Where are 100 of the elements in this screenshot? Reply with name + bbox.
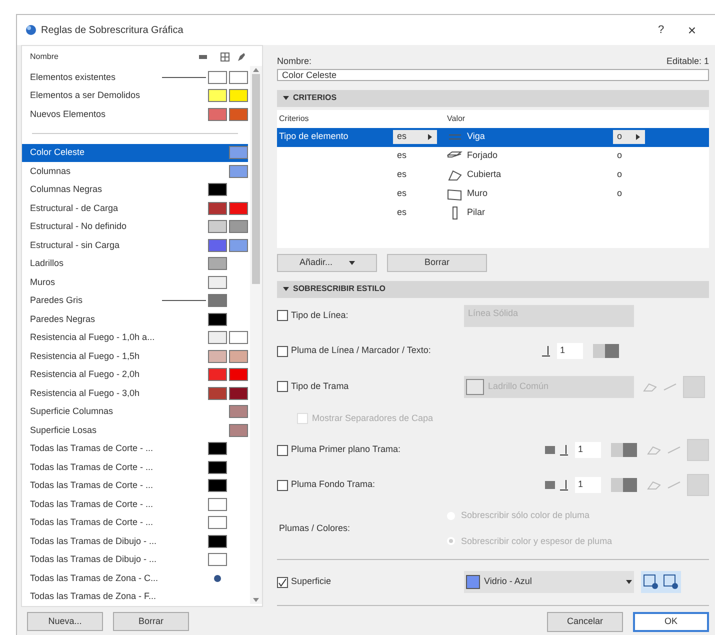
scroll-up-icon[interactable] xyxy=(253,68,259,72)
scroll-thumb[interactable] xyxy=(252,74,260,284)
item-name[interactable]: Elementos a ser Demolidos xyxy=(30,89,206,102)
list-item[interactable]: Resistencia al Fuego - 3,0h xyxy=(22,384,248,402)
list-item[interactable]: Estructural - sin Carga xyxy=(22,236,248,254)
table-row[interactable]: es Cubierta o xyxy=(277,166,709,184)
button[interactable]: OK xyxy=(633,612,709,632)
list-item[interactable]: Ladrillos xyxy=(22,254,248,273)
item-name: Todas las Tramas de Corte - ... xyxy=(30,442,154,455)
fill-direction-icon[interactable] xyxy=(643,382,657,392)
list-item[interactable]: Paredes Gris xyxy=(22,292,248,310)
option-label: Plumas / Colores: xyxy=(278,522,352,535)
checkbox[interactable] xyxy=(277,381,288,392)
button[interactable]: Añadir... xyxy=(277,254,377,272)
list-item[interactable]: Columnas xyxy=(22,162,248,180)
fill-direction-icon[interactable] xyxy=(647,480,661,490)
list-item[interactable]: Todas las Tramas de Corte - ... xyxy=(22,476,248,495)
list-item[interactable]: Todas las Tramas de Zona - F... xyxy=(22,588,248,606)
table-row[interactable]: es Muro o xyxy=(277,184,709,204)
pattern-button[interactable] xyxy=(683,376,705,398)
list-item[interactable]: Paredes Negras xyxy=(22,310,248,328)
list-item[interactable]: Todas las Tramas de Dibujo - ... xyxy=(22,532,248,550)
item-name: Paredes Gris xyxy=(30,294,84,307)
slant-icon[interactable] xyxy=(667,480,681,490)
item-name: Columnas Negras xyxy=(30,183,104,196)
checkbox[interactable] xyxy=(277,576,288,588)
fill-direction-icon[interactable] xyxy=(647,445,661,455)
list-item[interactable]: Todas las Tramas de Corte - ... xyxy=(22,495,248,514)
list-item[interactable]: Resistencia al Fuego - 1,0h a... xyxy=(22,328,248,347)
value-cell-text: Viga xyxy=(467,130,486,144)
option-label: Pluma Primer plano Trama: xyxy=(291,443,401,456)
fill-icon xyxy=(220,52,230,62)
button[interactable]: Borrar xyxy=(113,612,189,631)
button[interactable]: Borrar xyxy=(387,254,487,272)
list-item[interactable]: Resistencia al Fuego - 1,5h xyxy=(22,347,248,366)
section-title: SOBRESCRIBIR ESTILO xyxy=(293,283,386,295)
item-name: Todas las Tramas de Corte - ... xyxy=(30,460,154,474)
pen-number-field[interactable]: 1 xyxy=(575,442,601,458)
column-header: Nombre xyxy=(30,51,60,63)
pen-color-swatch[interactable] xyxy=(593,344,619,358)
checkbox[interactable] xyxy=(277,444,288,456)
pen-number-field[interactable]: 1 xyxy=(575,477,601,493)
item-name: Muros xyxy=(30,276,56,288)
joiner-dropdown[interactable]: o xyxy=(613,130,645,144)
item-name: Paredes Negras xyxy=(30,312,96,326)
table-row[interactable]: es Forjado o xyxy=(277,146,709,166)
pen-color-swatch[interactable] xyxy=(611,478,637,492)
item-name: Todas las Tramas de Corte - ... xyxy=(30,479,154,492)
value-cell-text: Cubierta xyxy=(467,168,502,182)
surface-dropdown[interactable]: Vidrio - Azul xyxy=(464,571,634,593)
operator-cell-text: es xyxy=(396,168,408,182)
window-title: Reglas de Sobrescritura Gráfica xyxy=(41,24,184,38)
slant-icon[interactable] xyxy=(667,445,681,455)
item-name: Resistencia al Fuego - 1,0h a... xyxy=(30,331,156,344)
list-item[interactable]: Estructural - No definido xyxy=(22,218,248,236)
name-field[interactable]: Color Celeste xyxy=(277,68,709,80)
list-item[interactable]: Superficie Columnas xyxy=(22,402,248,421)
list-item[interactable]: Color Celeste xyxy=(22,144,248,162)
table-row[interactable]: Tipo de elemento es Viga o xyxy=(277,128,709,146)
item-name[interactable]: Nuevos Elementos xyxy=(30,108,206,121)
help-button[interactable]: ? xyxy=(649,22,673,38)
scroll-down-icon[interactable] xyxy=(253,598,259,602)
list-item[interactable]: Estructural - de Carga xyxy=(22,199,248,218)
button[interactable]: Cancelar xyxy=(547,612,623,632)
checkbox[interactable] xyxy=(277,480,288,490)
joiner-cell-text: o xyxy=(616,168,624,182)
joiner-cell-text: o xyxy=(616,149,624,162)
list-item[interactable]: Muros xyxy=(22,273,248,292)
item-name: Todas las Tramas de Dibujo - ... xyxy=(30,553,158,566)
expand-icon[interactable] xyxy=(283,95,289,101)
list-item[interactable]: Columnas Negras xyxy=(22,180,248,199)
close-button[interactable]: × xyxy=(677,20,707,40)
option-label: Tipo de Línea: xyxy=(291,308,350,322)
pen-color-swatch[interactable] xyxy=(611,443,637,457)
list-item[interactable]: Todas las Tramas de Zona - C... xyxy=(22,569,248,588)
operator-cell-text: es xyxy=(396,206,408,220)
button[interactable]: Nueva... xyxy=(27,612,103,631)
item-name: Resistencia al Fuego - 2,0h xyxy=(30,368,141,381)
scrollbar[interactable] xyxy=(250,66,262,604)
item-name: Ladrillos xyxy=(30,257,65,270)
column-header: Criterios xyxy=(279,112,310,124)
list-item[interactable]: Todas las Tramas de Corte - ... xyxy=(22,514,248,532)
table-row[interactable]: es Pilar xyxy=(277,204,709,222)
caret-icon xyxy=(427,134,433,140)
field-label: Nombre: xyxy=(277,55,312,68)
slant-icon[interactable] xyxy=(663,382,677,392)
item-name[interactable]: Elementos existentes xyxy=(30,70,160,84)
operator-dropdown[interactable]: es xyxy=(393,130,437,144)
list-item[interactable]: Todas las Tramas de Corte - ... xyxy=(22,440,248,458)
list-item[interactable]: Superficie Losas xyxy=(22,421,248,440)
checkbox[interactable] xyxy=(277,310,288,321)
wall-icon xyxy=(447,187,463,201)
list-item[interactable]: Todas las Tramas de Corte - ... xyxy=(22,458,248,476)
option-label: Pluma Fondo Trama: xyxy=(291,478,376,492)
checkbox[interactable] xyxy=(277,346,288,356)
list-item[interactable]: Todas las Tramas de Dibujo - ... xyxy=(22,550,248,569)
list-item[interactable]: Resistencia al Fuego - 2,0h xyxy=(22,366,248,384)
pen-number-field[interactable]: 1 xyxy=(557,343,583,359)
item-name: Resistencia al Fuego - 1,5h xyxy=(30,350,141,363)
expand-icon[interactable] xyxy=(283,286,289,292)
